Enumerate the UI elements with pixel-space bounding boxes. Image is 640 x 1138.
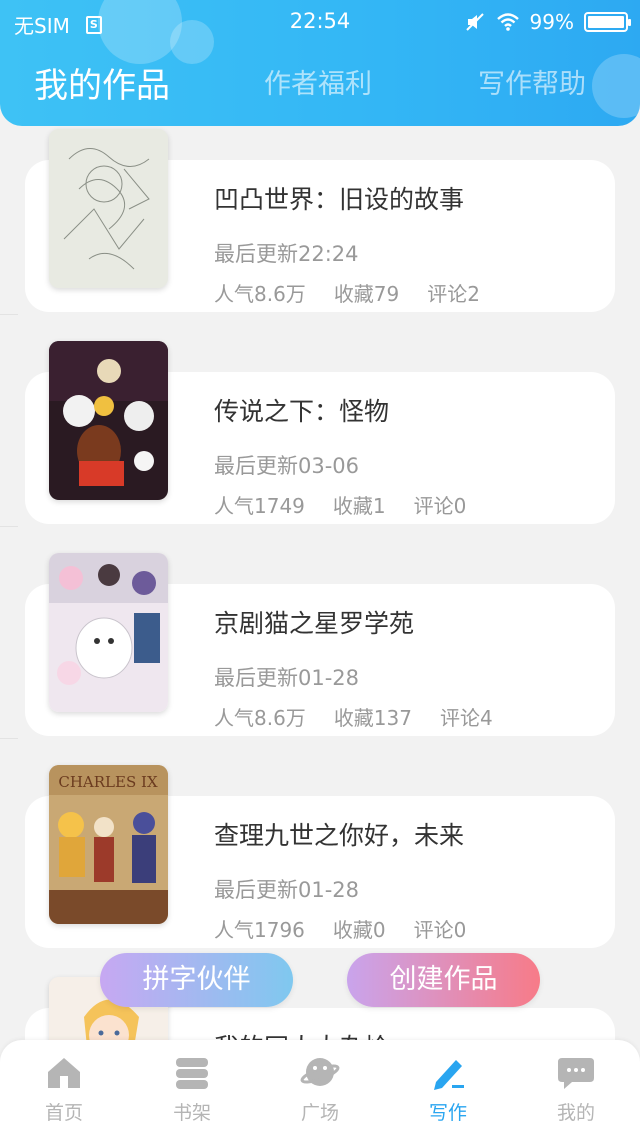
- nav-mine[interactable]: 我的: [526, 1052, 626, 1125]
- work-comments: 评论2: [427, 282, 480, 306]
- nav-label: 我的: [556, 1102, 595, 1124]
- cover-sketch-image: [49, 129, 168, 288]
- battery-icon: [584, 12, 631, 32]
- work-stats: 人气1749 收藏1 评论0: [214, 490, 466, 519]
- cover-art-image: CHARLES IX: [49, 765, 168, 924]
- battery-fill: [588, 16, 624, 28]
- tab-author-benefits[interactable]: 作者福利: [264, 62, 372, 101]
- pen-icon: [434, 1060, 464, 1090]
- nav-label: 广场: [300, 1102, 339, 1124]
- writing-partner-button[interactable]: 拼字伙伴: [100, 953, 293, 1007]
- work-comments: 评论0: [413, 494, 467, 518]
- work-title: 传说之下：怪物: [214, 397, 390, 426]
- work-title: 京剧猫之星罗学苑: [214, 609, 415, 638]
- status-bar: 无SIM S 22:54 99%: [0, 0, 640, 44]
- work-favorites: 收藏1: [332, 494, 386, 518]
- work-favorites: 收藏0: [332, 918, 386, 942]
- nav-home[interactable]: 首页: [14, 1052, 114, 1125]
- top-tabs: 我的作品 作者福利 写作帮助: [0, 62, 640, 118]
- wifi-icon: [496, 13, 519, 31]
- nav-bookshelf[interactable]: 书架: [142, 1052, 242, 1125]
- work-updated: 最后更新01-28: [214, 878, 360, 902]
- work-popularity: 人气1796: [214, 918, 305, 942]
- home-icon: [48, 1058, 80, 1088]
- work-cover[interactable]: [49, 341, 168, 500]
- work-popularity: 人气8.6万: [214, 706, 306, 730]
- bookshelf-icon: [176, 1058, 208, 1089]
- divider: [0, 526, 18, 527]
- work-updated: 最后更新22:24: [214, 242, 359, 266]
- divider: [0, 738, 18, 739]
- nav-write[interactable]: 写作: [398, 1052, 498, 1125]
- work-stats: 人气1796 收藏0 评论0: [214, 914, 466, 943]
- nav-label: 首页: [44, 1102, 83, 1124]
- planet-icon: [300, 1058, 340, 1086]
- works-list[interactable]: 凹凸世界：旧设的故事 最后更新22:24 人气8.6万 收藏79 评论2 传说之…: [0, 126, 640, 1046]
- work-updated: 最后更新03-06: [214, 454, 360, 478]
- work-title: 查理九世之你好，未来: [214, 821, 465, 850]
- bottom-nav: 首页 书架 广场 写作 我的: [0, 1040, 640, 1138]
- work-favorites: 收藏79: [333, 282, 400, 306]
- work-favorites: 收藏137: [333, 706, 412, 730]
- mute-icon: [465, 13, 484, 31]
- create-work-button[interactable]: 创建作品: [347, 953, 540, 1007]
- work-popularity: 人气1749: [214, 494, 305, 518]
- work-cover[interactable]: [49, 553, 168, 712]
- work-cover[interactable]: CHARLES IX: [49, 765, 168, 924]
- header: 无SIM S 22:54 99% 我的作品 作者福利 写作帮助: [0, 0, 640, 126]
- divider: [0, 314, 18, 315]
- nav-label: 书架: [172, 1102, 211, 1124]
- work-comments: 评论4: [440, 706, 493, 730]
- work-stats: 人气8.6万 收藏79 评论2: [214, 278, 480, 307]
- cover-title-text: CHARLES IX: [58, 773, 158, 791]
- nav-square[interactable]: 广场: [270, 1052, 370, 1125]
- work-updated: 最后更新01-28: [214, 666, 360, 690]
- nav-label: 写作: [428, 1102, 467, 1124]
- chat-bubble-icon: [558, 1058, 594, 1089]
- cover-art-image: [49, 341, 168, 500]
- tab-writing-help[interactable]: 写作帮助: [478, 62, 586, 101]
- battery-percent: 99%: [529, 10, 574, 34]
- work-stats: 人气8.6万 收藏137 评论4: [214, 702, 493, 731]
- work-comments: 评论0: [413, 918, 467, 942]
- work-title: 凹凸世界：旧设的故事: [214, 185, 465, 214]
- tab-my-works[interactable]: 我的作品: [34, 58, 170, 107]
- work-popularity: 人气8.6万: [214, 282, 306, 306]
- cover-art-image: [49, 553, 168, 712]
- status-right: 99%: [464, 10, 631, 34]
- work-cover[interactable]: [49, 129, 168, 288]
